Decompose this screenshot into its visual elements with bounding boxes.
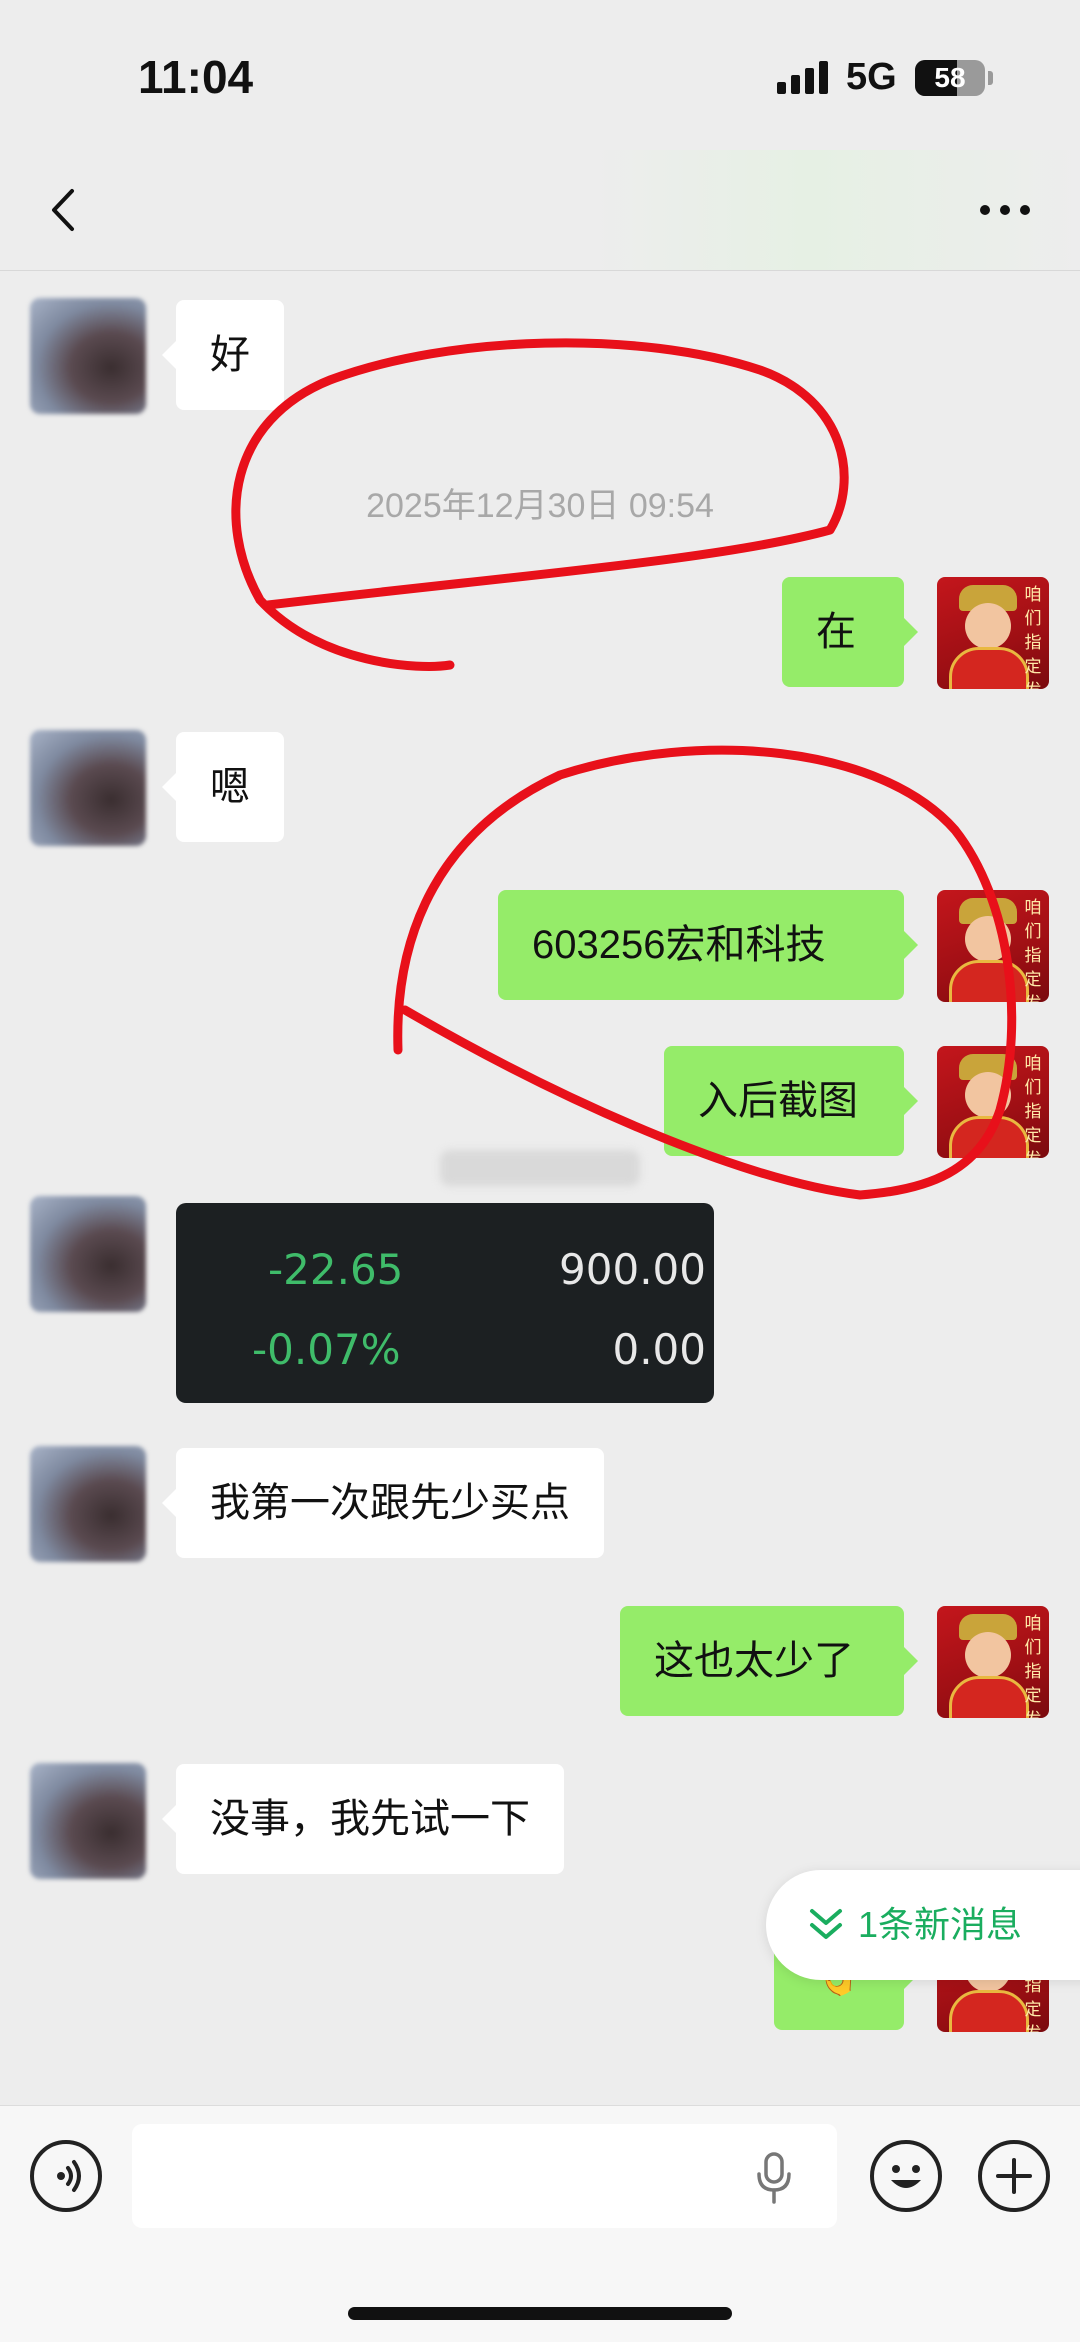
new-message-label: 1条新消息: [858, 1904, 1023, 1945]
stock-amount: 0.00: [612, 1325, 706, 1374]
microphone-icon[interactable]: [754, 2152, 794, 2204]
contact-avatar[interactable]: [30, 730, 146, 846]
more-options-icon[interactable]: [975, 190, 1035, 230]
message-bubble-outgoing[interactable]: 603256宏和科技: [498, 890, 918, 1000]
contact-avatar[interactable]: [30, 1763, 146, 1879]
blurred-text: [440, 1150, 640, 1186]
message-bubble-outgoing[interactable]: 入后截图: [664, 1046, 918, 1156]
message-bubble-incoming[interactable]: 没事，我先试一下: [162, 1764, 564, 1874]
stock-percent: -0.07%: [252, 1325, 401, 1374]
contact-avatar[interactable]: [30, 1446, 146, 1562]
my-avatar[interactable]: 咱们指定发财: [937, 1046, 1049, 1158]
back-arrow-icon[interactable]: [40, 185, 90, 235]
contact-avatar[interactable]: [30, 1196, 146, 1312]
avatar-text: 咱们指定发财: [1024, 585, 1042, 689]
voice-icon[interactable]: [30, 2140, 102, 2212]
stock-change: -22.65: [268, 1245, 404, 1294]
stock-volume: 900.00: [559, 1245, 706, 1294]
avatar-text: 咱们指定发财: [1024, 898, 1042, 1002]
avatar-text: 咱们指定发财: [1024, 1054, 1042, 1158]
my-avatar[interactable]: 咱们指定发财: [937, 890, 1049, 1002]
message-bubble-incoming[interactable]: 嗯: [162, 732, 284, 842]
status-time: 11:04: [138, 51, 254, 103]
emoji-icon[interactable]: [870, 2140, 942, 2212]
message-bubble-incoming[interactable]: 好: [162, 300, 284, 410]
battery-icon: 58: [915, 60, 985, 96]
battery-tip: [988, 71, 993, 85]
contact-avatar[interactable]: [30, 298, 146, 414]
message-input[interactable]: [132, 2124, 837, 2228]
status-bar: 11:04 5G 58: [0, 0, 1080, 150]
double-chevron-down-icon: [810, 1909, 842, 1939]
message-bubble-incoming[interactable]: 我第一次跟先少买点: [162, 1448, 604, 1558]
battery-level: 58: [934, 62, 966, 93]
signal-icon: [777, 61, 828, 94]
network-type: 5G: [846, 56, 897, 98]
message-bubble-outgoing[interactable]: 在: [782, 577, 918, 687]
home-indicator: [348, 2307, 732, 2320]
new-message-button[interactable]: 1条新消息: [766, 1870, 1080, 1980]
chat-header: [0, 150, 1080, 271]
stock-screenshot-image[interactable]: -22.65 900.00 -0.07% 0.00: [176, 1203, 714, 1403]
my-avatar[interactable]: 咱们指定发财: [937, 577, 1049, 689]
message-bubble-outgoing[interactable]: 这也太少了: [620, 1606, 918, 1716]
plus-icon[interactable]: [978, 2140, 1050, 2212]
my-avatar[interactable]: 咱们指定发财: [937, 1606, 1049, 1718]
avatar-text: 咱们指定发财: [1024, 1614, 1042, 1718]
message-timestamp: 2025年12月30日 09:54: [366, 487, 714, 525]
